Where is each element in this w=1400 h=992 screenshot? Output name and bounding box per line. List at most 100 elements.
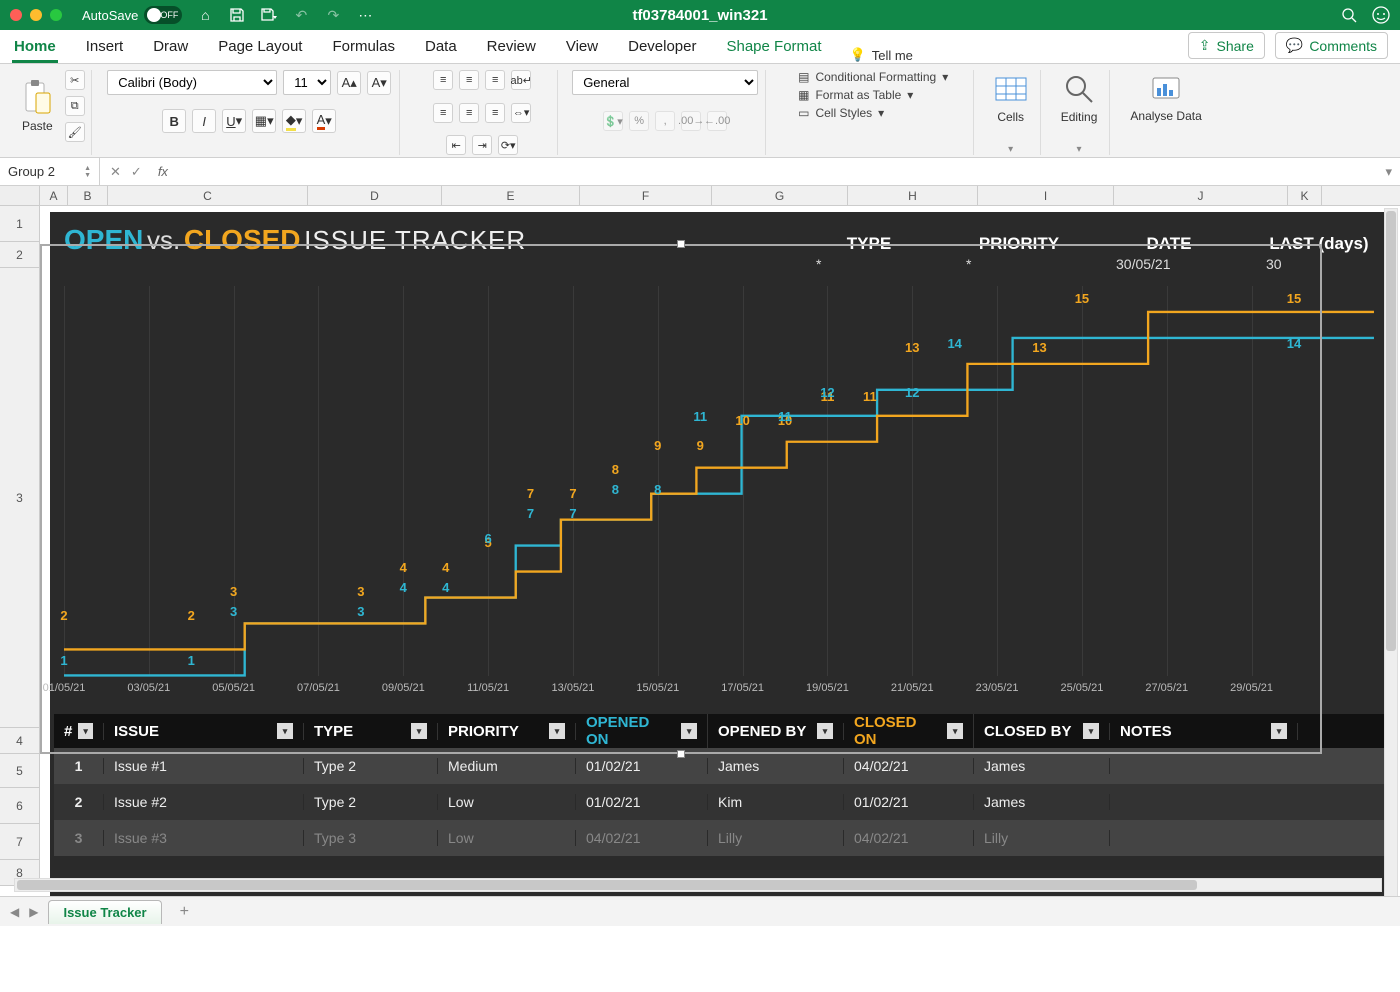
tab-view[interactable]: View xyxy=(564,32,600,63)
col-K[interactable]: K xyxy=(1288,186,1322,205)
format-painter-icon[interactable]: 🖌 xyxy=(65,122,85,142)
selection-handle[interactable] xyxy=(677,750,685,758)
tab-home[interactable]: Home xyxy=(12,32,58,63)
cancel-formula-icon[interactable]: ✕ xyxy=(110,164,121,180)
horizontal-scrollbar[interactable] xyxy=(14,878,1382,892)
italic-button[interactable]: I xyxy=(192,109,216,133)
undo-icon[interactable]: ↶ xyxy=(292,6,310,24)
name-box[interactable]: Group 2 ▲▼ xyxy=(0,158,100,185)
tab-page-layout[interactable]: Page Layout xyxy=(216,32,304,63)
align-center-icon[interactable]: ≡ xyxy=(459,103,479,123)
tell-me[interactable]: 💡 Tell me xyxy=(850,47,913,63)
col-D[interactable]: D xyxy=(308,186,442,205)
td-closed_by[interactable]: James xyxy=(974,794,1110,810)
td-num[interactable]: 3 xyxy=(54,830,104,846)
selection-handle[interactable] xyxy=(677,240,685,248)
conditional-formatting-button[interactable]: ▤Conditional Formatting▾ xyxy=(798,70,948,84)
save-icon[interactable] xyxy=(228,6,246,24)
th-opened-on[interactable]: OPENED ON▾ xyxy=(576,714,708,748)
th-priority[interactable]: PRIORITY▾ xyxy=(438,723,576,740)
td-opened_by[interactable]: Kim xyxy=(708,794,844,810)
td-opened_on[interactable]: 04/02/21 xyxy=(576,830,708,846)
row-6[interactable]: 6 xyxy=(0,788,40,824)
td-closed_by[interactable]: James xyxy=(974,758,1110,774)
row-1[interactable]: 1 xyxy=(0,206,40,242)
number-format-select[interactable]: General xyxy=(572,70,758,95)
filter-icon[interactable]: ▾ xyxy=(681,723,697,739)
col-G[interactable]: G xyxy=(712,186,848,205)
th-num[interactable]: #▾ xyxy=(54,723,104,740)
col-C[interactable]: C xyxy=(108,186,308,205)
td-priority[interactable]: Low xyxy=(438,794,576,810)
autosave-toggle[interactable]: AutoSave OFF xyxy=(82,6,182,24)
font-name-select[interactable]: Calibri (Body) xyxy=(107,70,277,95)
row-2[interactable]: 2 xyxy=(0,242,40,268)
redo-icon[interactable]: ↷ xyxy=(324,6,342,24)
accept-formula-icon[interactable]: ✓ xyxy=(131,164,142,180)
tab-shape-format[interactable]: Shape Format xyxy=(724,32,823,63)
td-priority[interactable]: Medium xyxy=(438,758,576,774)
comments-button[interactable]: 💬Comments xyxy=(1275,32,1388,59)
increase-decimal-icon[interactable]: .00→ xyxy=(681,111,701,131)
th-opened-by[interactable]: OPENED BY▾ xyxy=(708,723,844,740)
cut-icon[interactable]: ✂ xyxy=(65,70,85,90)
tab-developer[interactable]: Developer xyxy=(626,32,698,63)
select-all-corner[interactable] xyxy=(0,186,40,205)
search-icon[interactable] xyxy=(1340,6,1358,24)
tab-review[interactable]: Review xyxy=(485,32,538,63)
autosave-switch[interactable]: OFF xyxy=(144,6,182,24)
filter-icon[interactable]: ▾ xyxy=(1083,723,1099,739)
sheet-tab[interactable]: Issue Tracker xyxy=(48,900,161,924)
th-closed-by[interactable]: CLOSED BY▾ xyxy=(974,723,1110,740)
filter-date-value[interactable]: 30/05/21 xyxy=(1114,256,1224,272)
analyse-data-button[interactable]: Analyse Data xyxy=(1124,70,1207,125)
merge-icon[interactable]: ⇔▾ xyxy=(511,103,531,123)
bold-button[interactable]: B xyxy=(162,109,186,133)
tab-data[interactable]: Data xyxy=(423,32,459,63)
increase-indent-icon[interactable]: ⇥ xyxy=(472,135,492,155)
tab-formulas[interactable]: Formulas xyxy=(330,32,397,63)
formula-expand-icon[interactable]: ▾ xyxy=(1377,164,1400,180)
td-opened_by[interactable]: James xyxy=(708,758,844,774)
td-type[interactable]: Type 3 xyxy=(304,830,438,846)
td-closed_on[interactable]: 01/02/21 xyxy=(844,794,974,810)
decrease-indent-icon[interactable]: ⇤ xyxy=(446,135,466,155)
col-B[interactable]: B xyxy=(68,186,108,205)
td-closed_on[interactable]: 04/02/21 xyxy=(844,830,974,846)
table-row[interactable]: 2Issue #2Type 2Low01/02/21Kim01/02/21Jam… xyxy=(54,784,1384,820)
save-as-icon[interactable] xyxy=(260,6,278,24)
td-issue[interactable]: Issue #1 xyxy=(104,758,304,774)
col-A[interactable]: A xyxy=(40,186,68,205)
filter-type-value[interactable]: * xyxy=(814,256,924,272)
orientation-icon[interactable]: ⟳▾ xyxy=(498,135,518,155)
fill-color-button[interactable]: ◆▾ xyxy=(282,109,306,133)
paste-button[interactable]: Paste xyxy=(16,77,59,135)
col-J[interactable]: J xyxy=(1114,186,1288,205)
cells-button[interactable]: Cells xyxy=(988,70,1034,126)
account-icon[interactable] xyxy=(1372,6,1390,24)
copy-icon[interactable]: ⧉ xyxy=(65,96,85,116)
underline-button[interactable]: U▾ xyxy=(222,109,246,133)
row-5[interactable]: 5 xyxy=(0,754,40,788)
align-middle-icon[interactable]: ≡ xyxy=(459,70,479,90)
home-icon[interactable]: ⌂ xyxy=(196,6,214,24)
table-row[interactable]: 3Issue #3Type 3Low04/02/21Lilly04/02/21L… xyxy=(54,820,1384,856)
table-row[interactable]: 1Issue #1Type 2Medium01/02/21James04/02/… xyxy=(54,748,1384,784)
align-left-icon[interactable]: ≡ xyxy=(433,103,453,123)
td-closed_by[interactable]: Lilly xyxy=(974,830,1110,846)
td-opened_by[interactable]: Lilly xyxy=(708,830,844,846)
tab-insert[interactable]: Insert xyxy=(84,32,126,63)
filter-icon[interactable]: ▾ xyxy=(78,723,93,739)
tab-draw[interactable]: Draw xyxy=(151,32,190,63)
sheet-nav-prev-icon[interactable]: ◀ xyxy=(10,905,19,919)
name-box-stepper[interactable]: ▲▼ xyxy=(84,165,91,179)
decrease-decimal-icon[interactable]: ←.00 xyxy=(707,111,727,131)
increase-font-icon[interactable]: A▴ xyxy=(337,71,361,95)
borders-button[interactable]: ▦▾ xyxy=(252,109,276,133)
wrap-text-icon[interactable]: ab↵ xyxy=(511,70,531,90)
filter-priority-value[interactable]: * xyxy=(964,256,1074,272)
th-closed-on[interactable]: CLOSED ON▾ xyxy=(844,714,974,748)
td-type[interactable]: Type 2 xyxy=(304,758,438,774)
align-right-icon[interactable]: ≡ xyxy=(485,103,505,123)
filter-icon[interactable]: ▾ xyxy=(817,723,833,739)
